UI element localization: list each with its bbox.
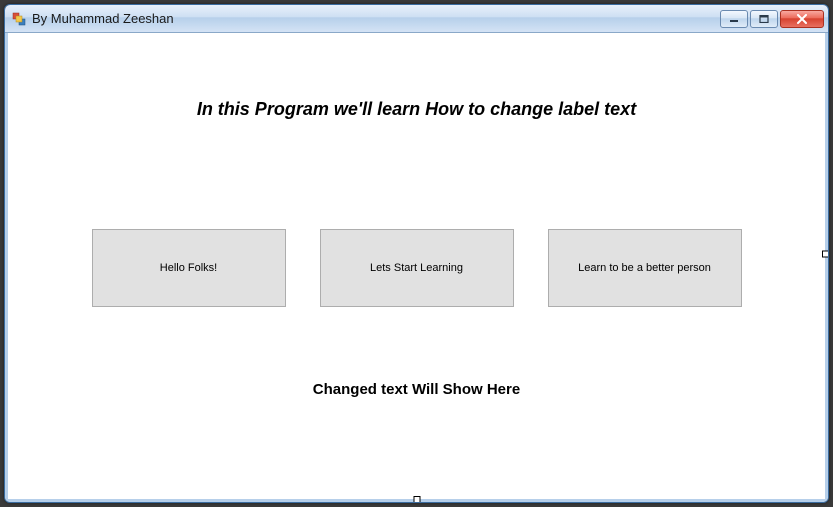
resize-handle-bottom[interactable] <box>413 496 420 503</box>
maximize-button[interactable] <box>750 10 778 28</box>
minimize-button[interactable] <box>720 10 748 28</box>
hello-folks-button[interactable]: Hello Folks! <box>92 229 286 307</box>
titlebar[interactable]: By Muhammad Zeeshan <box>5 5 828 33</box>
maximize-icon <box>759 15 769 23</box>
close-icon <box>796 14 808 24</box>
resize-handle-right[interactable] <box>822 250 829 257</box>
button-row: Hello Folks! Lets Start Learning Learn t… <box>8 229 825 307</box>
learn-better-person-button[interactable]: Learn to be a better person <box>548 229 742 307</box>
client-area: In this Program we'll learn How to chang… <box>5 33 828 502</box>
button-label: Learn to be a better person <box>578 262 711 274</box>
app-window: By Muhammad Zeeshan In this Program we'l <box>4 4 829 503</box>
close-button[interactable] <box>780 10 824 28</box>
window-title: By Muhammad Zeeshan <box>32 11 720 26</box>
window-controls <box>720 10 824 28</box>
lets-start-learning-button[interactable]: Lets Start Learning <box>320 229 514 307</box>
heading-label: In this Program we'll learn How to chang… <box>8 99 825 120</box>
output-label: Changed text Will Show Here <box>8 381 825 398</box>
app-icon <box>11 11 27 27</box>
minimize-icon <box>729 15 739 23</box>
button-label: Lets Start Learning <box>370 262 463 274</box>
button-label: Hello Folks! <box>160 262 217 274</box>
